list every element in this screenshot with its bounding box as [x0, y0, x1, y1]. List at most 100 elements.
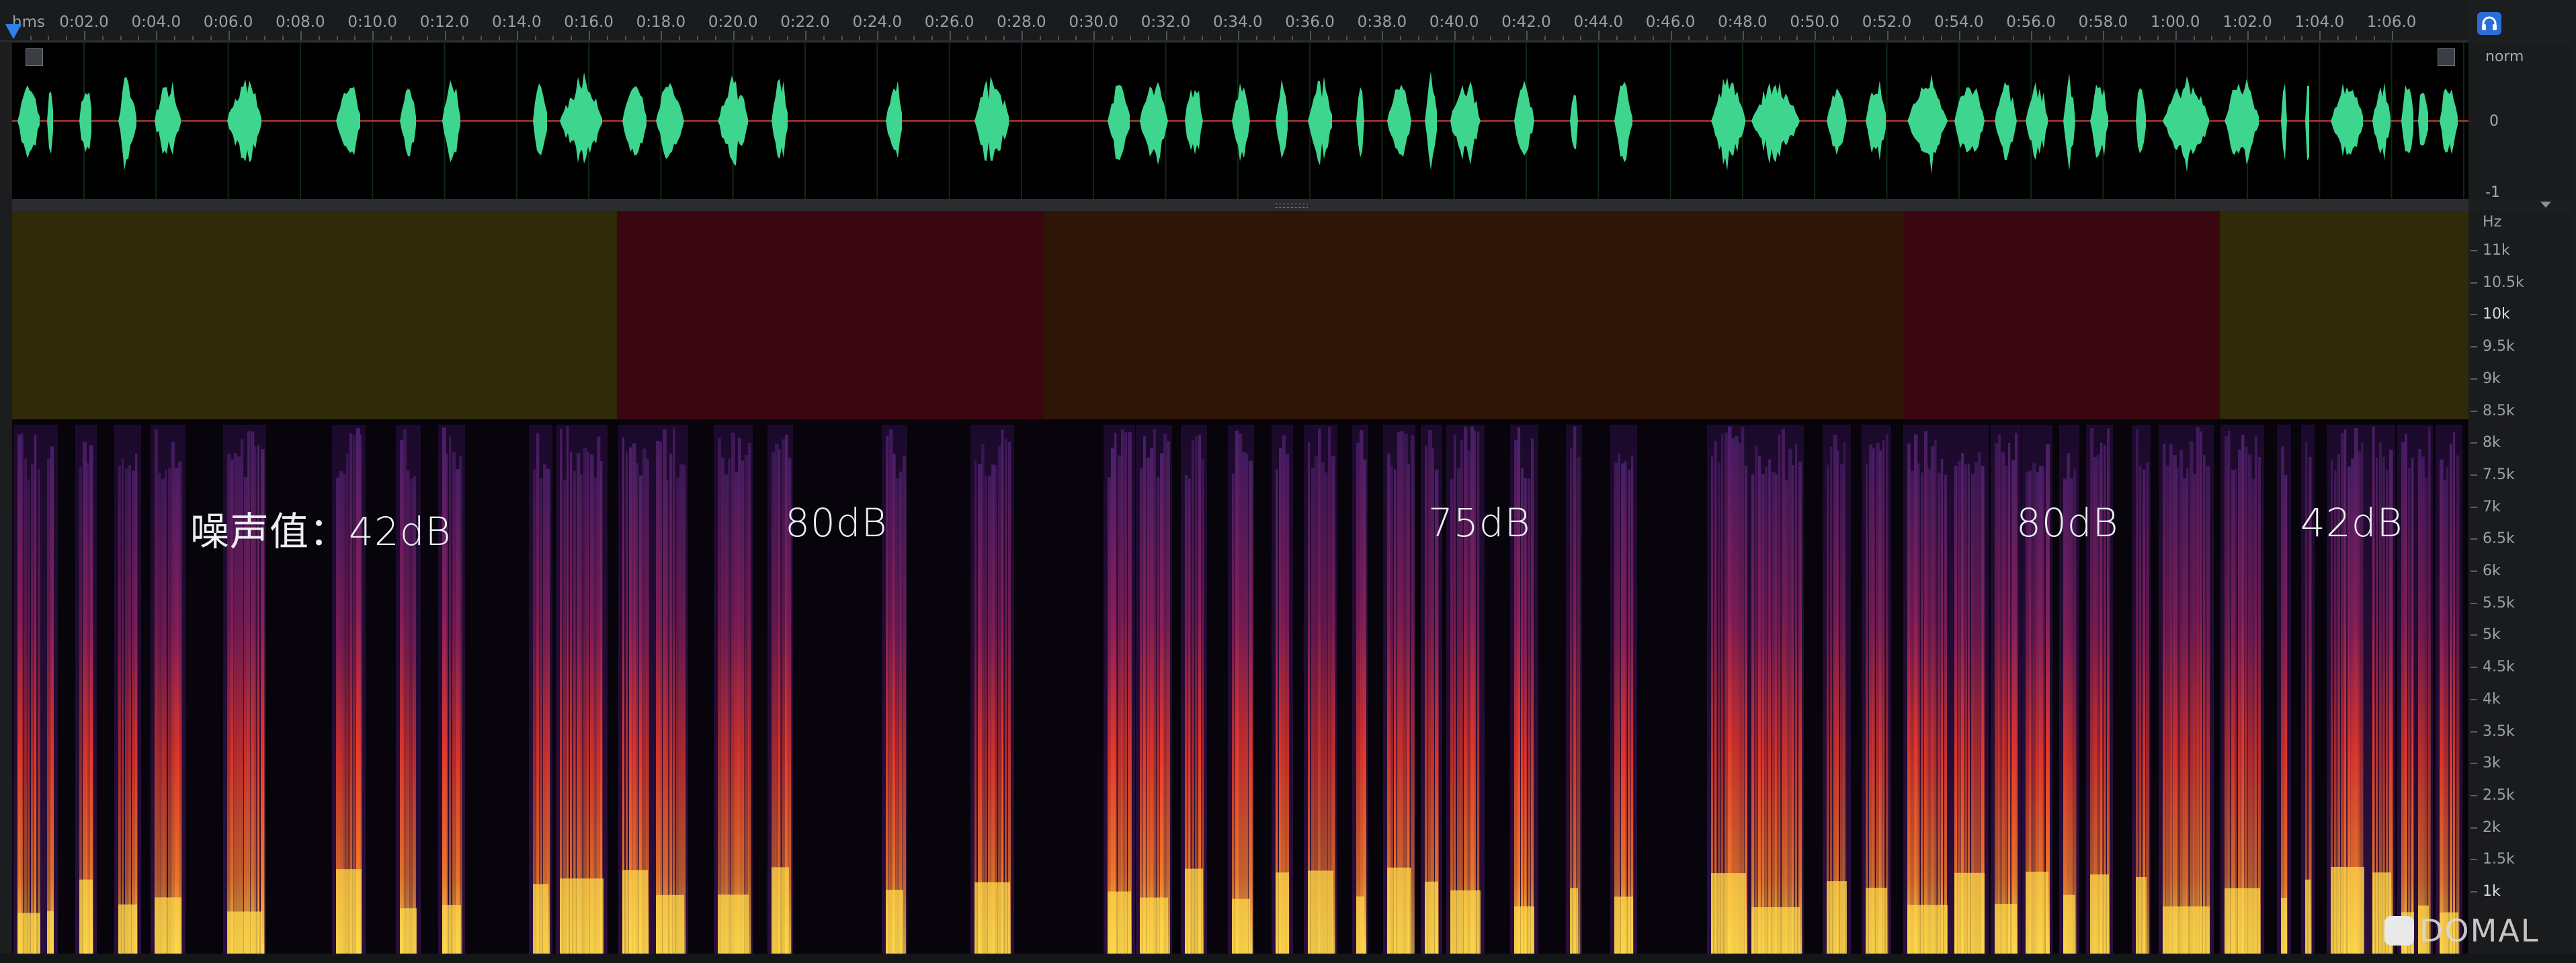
spectrogram-streak: [50, 446, 54, 954]
spectrogram-streak: [1524, 478, 1527, 954]
frequency-tick: [2470, 474, 2477, 476]
ruler-tick-label: 0:44.0: [1573, 13, 1624, 31]
waveform-segment: [400, 88, 416, 157]
frequency-label: 2.5k: [2483, 786, 2515, 804]
ruler-tick-mark: [2391, 31, 2393, 40]
spectrogram-streak: [540, 478, 543, 954]
spectrogram-streak: [1772, 472, 1776, 954]
spectrogram-streak: [2421, 456, 2425, 954]
ruler-tick-mark: [877, 31, 879, 40]
ruler-tick-mark: [2175, 31, 2177, 40]
ruler-tick-mark: [120, 36, 122, 40]
ruler-tick-mark: [1670, 31, 1672, 40]
spectrogram-streak: [718, 438, 721, 954]
scale-norm-label: norm: [2485, 48, 2524, 65]
ruler-tick-label: 0:16.0: [564, 13, 614, 31]
spectrogram-low-band: [400, 908, 417, 954]
panel-splitter[interactable]: [12, 199, 2468, 211]
playhead-marker-icon[interactable]: [5, 24, 22, 39]
spectrogram-streak: [2206, 466, 2210, 954]
spectrogram-low-band: [2136, 877, 2147, 954]
waveform-panel[interactable]: [12, 43, 2468, 199]
spectrogram-low-band: [79, 879, 93, 954]
ruler-tick-mark: [1886, 31, 1888, 40]
spectrogram-streak: [728, 458, 731, 954]
ruler-tick-mark: [2283, 36, 2285, 40]
spectrogram-low-band: [1995, 904, 2017, 954]
spectrogram-streak: [2179, 450, 2184, 954]
spectrogram-streak: [974, 460, 977, 954]
spectrogram-streak: [1927, 468, 1931, 954]
splitter-grip-icon[interactable]: [1276, 204, 1308, 208]
corner-expand-right-icon[interactable]: [2438, 48, 2455, 66]
spectrogram-streak: [666, 479, 669, 954]
spectrogram-streak: [1921, 472, 1924, 954]
spectrogram-streak: [903, 455, 907, 954]
spectrogram-display: [12, 211, 2468, 954]
spectrogram-streak: [2200, 431, 2202, 954]
spectrogram-streak: [456, 469, 460, 954]
frequency-tick: [2470, 763, 2477, 765]
spectrogram-streak: [122, 458, 124, 954]
waveform-segment: [1232, 83, 1250, 162]
spectrogram-streak: [1869, 444, 1873, 954]
ruler-tick-mark: [1292, 36, 1294, 40]
spectrogram-low-band: [47, 911, 54, 954]
waveform-segment: [155, 81, 181, 155]
frequency-label: 5k: [2483, 626, 2501, 644]
spectrogram-streak: [1761, 473, 1765, 954]
spectrogram-streak: [2063, 478, 2067, 954]
ruler-tick-mark: [138, 36, 140, 40]
spectrogram-panel[interactable]: 噪声值：42dB 80dB 75dB 80dB 42dB: [12, 211, 2468, 954]
ruler-tick-mark: [1526, 31, 1528, 40]
spectrogram-streak: [1614, 462, 1618, 954]
spectrogram-streak: [2238, 449, 2241, 954]
waveform-segment: [2418, 93, 2428, 146]
frequency-label: 5.5k: [2483, 594, 2515, 612]
noise-label-4: 80dB: [2016, 500, 2119, 546]
timeline-ruler[interactable]: hms 0:02.0 0:04.0 0:06.0 0:08.0 0:10.0 0:12.0…: [0, 0, 2468, 42]
spectrogram-streak: [1425, 446, 1428, 954]
ruler-tick-mark: [408, 36, 410, 40]
spectrogram-streak: [1128, 431, 1132, 954]
spectrogram-streak: [89, 445, 93, 954]
ruler-tick-label: 0:50.0: [1790, 13, 1839, 31]
waveform-segment: [1907, 74, 1948, 175]
ruler-tick-mark: [101, 36, 103, 40]
ruler-tick-mark: [1833, 36, 1835, 40]
ruler-tick-mark: [1274, 36, 1276, 40]
corner-expand-left-icon[interactable]: [26, 48, 43, 66]
spectrogram-streak: [1998, 434, 2001, 954]
waveform-segment: [2372, 82, 2391, 161]
spectrogram-streak: [1788, 448, 1792, 954]
ruler-tick-mark: [1778, 36, 1780, 40]
scale-zero-label: 0: [2489, 113, 2499, 130]
spectrogram-streak: [1121, 429, 1124, 954]
ruler-tick-label: 1:06.0: [2366, 13, 2417, 31]
spectrogram-low-band: [2331, 867, 2364, 954]
spectrogram-low-band: [1514, 906, 1534, 954]
spectrogram-streak: [1005, 439, 1007, 954]
spectrogram-low-band: [1866, 888, 1887, 954]
ruler-tick-mark: [1688, 36, 1690, 40]
frequency-label: 6k: [2483, 562, 2501, 579]
ruler-tick-mark: [66, 36, 68, 40]
chevron-down-icon[interactable]: [2540, 202, 2551, 208]
spectrogram-streak: [1157, 476, 1160, 954]
spectrogram-streak: [995, 465, 997, 954]
frequency-label: 3k: [2483, 755, 2501, 772]
ruler-tick-mark: [426, 36, 428, 40]
spectrogram-streak: [673, 427, 675, 954]
ruler-tick-mark: [1310, 31, 1312, 40]
waveform-segment: [2026, 82, 2048, 160]
waveform-segment: [772, 79, 788, 159]
spectrogram-streak: [1573, 426, 1577, 954]
spectrogram-streak: [1108, 477, 1112, 954]
ruler-tick-mark: [444, 31, 446, 40]
ruler-tick-label: 0:32.0: [1140, 13, 1191, 31]
ruler-tick-label: 1:00.0: [2150, 13, 2200, 31]
spectrogram-streak: [567, 426, 569, 954]
spectrogram-low-band: [1232, 898, 1250, 954]
spectrogram-low-band: [622, 870, 648, 954]
headphones-button[interactable]: [2477, 12, 2501, 35]
